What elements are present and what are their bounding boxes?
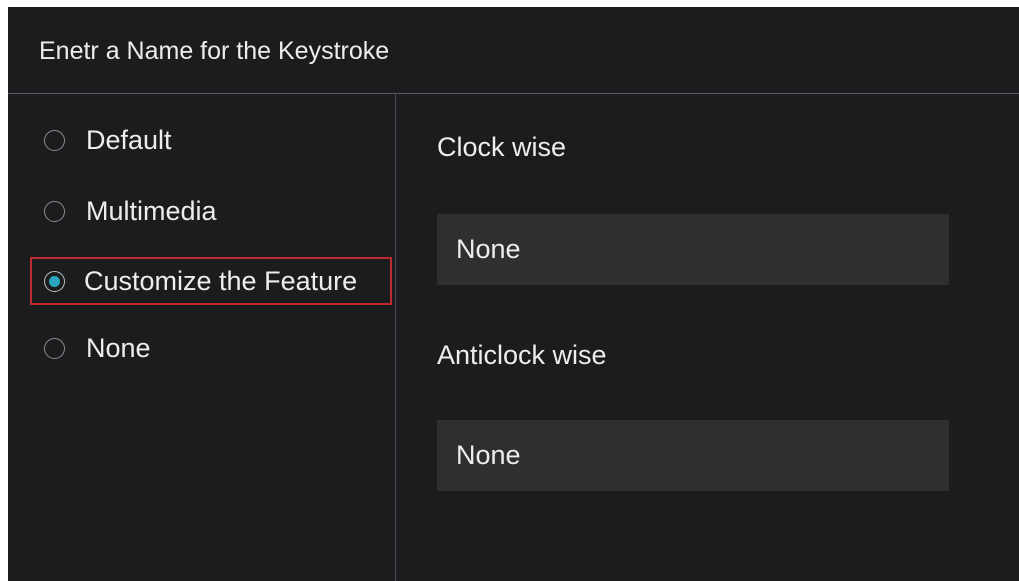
radio-option-label: None	[86, 332, 151, 363]
radio-option-label: Default	[86, 124, 172, 155]
radio-option-default[interactable]: Default	[30, 119, 172, 161]
radio-option-none[interactable]: None	[30, 327, 151, 369]
anticlockwise-select[interactable]: None	[437, 420, 949, 491]
radio-checked-icon	[44, 270, 65, 292]
radio-unchecked-icon	[44, 129, 65, 151]
clockwise-label: Clock wise	[437, 132, 567, 162]
panel-divider	[395, 94, 396, 581]
dialog-header: Enetr a Name for the Keystroke	[8, 7, 1019, 94]
radio-option-customize-the-feature[interactable]: Customize the Feature	[30, 257, 392, 305]
radio-unchecked-icon	[44, 200, 65, 222]
keystroke-dialog: Enetr a Name for the Keystroke Default M…	[8, 7, 1019, 581]
radio-option-label: Customize the Feature	[84, 265, 358, 296]
radio-unchecked-icon	[44, 337, 65, 359]
anticlockwise-select-value: None	[456, 440, 521, 470]
radio-option-label: Multimedia	[86, 195, 217, 226]
radio-selected-dot	[49, 275, 60, 287]
dialog-title: Enetr a Name for the Keystroke	[39, 37, 390, 65]
clockwise-select-value: None	[456, 234, 521, 264]
radio-option-multimedia[interactable]: Multimedia	[30, 190, 217, 232]
anticlockwise-label: Anticlock wise	[437, 340, 607, 370]
clockwise-select[interactable]: None	[437, 214, 949, 285]
